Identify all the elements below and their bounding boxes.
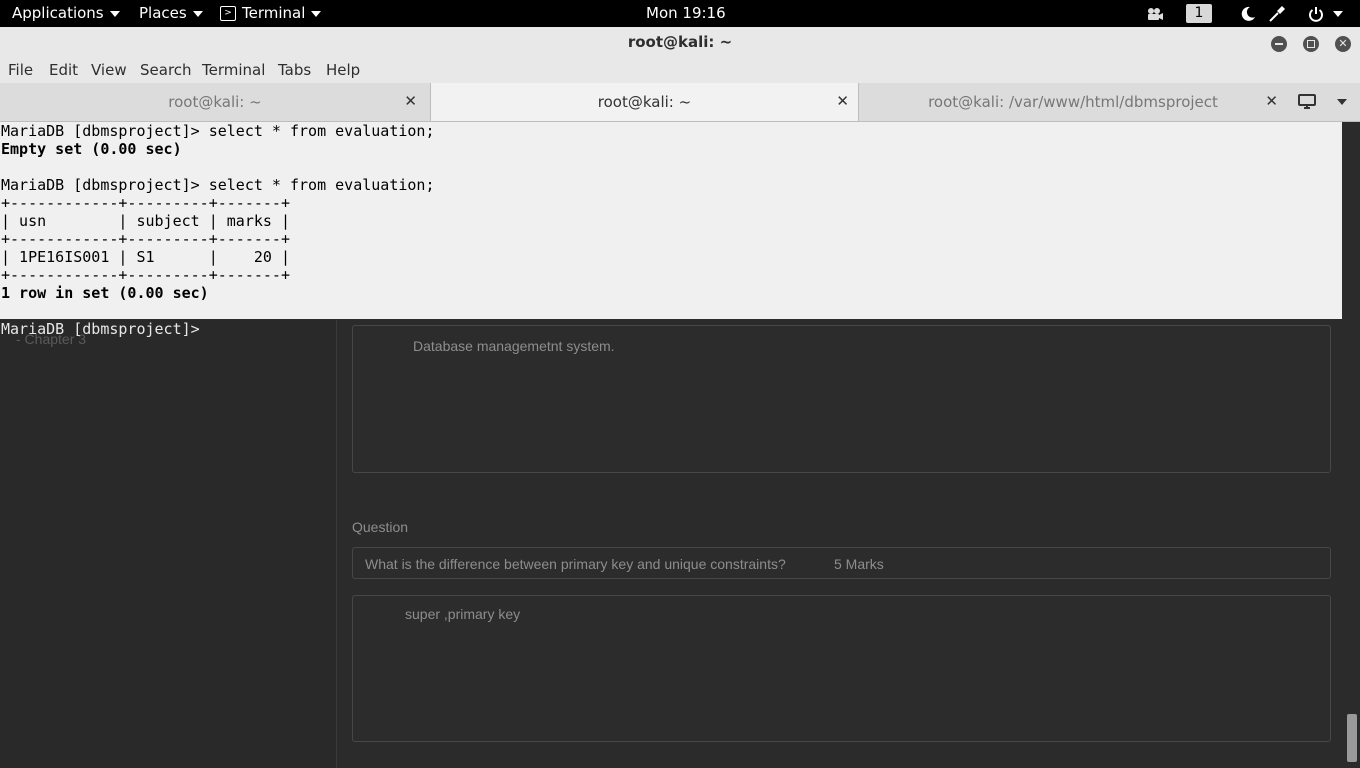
terminal-prompt[interactable]: MariaDB [dbmsproject]> — [1, 320, 209, 338]
window-titlebar[interactable]: root@kali: ~ ✕ — [0, 27, 1360, 58]
background-sidebar: - Chapter 3 — [0, 320, 337, 768]
terminal-line: MariaDB [dbmsproject]> select * from eva… — [1, 176, 435, 194]
terminal-text: MariaDB [dbmsproject]> select * from eva… — [1, 122, 434, 302]
places-label: Places — [139, 4, 187, 22]
clock[interactable]: Mon 19:16 — [646, 0, 726, 27]
top-panel: Applications Places > Terminal Mon 19:16 … — [0, 0, 1360, 27]
terminal-output[interactable]: MariaDB [dbmsproject]> select * from eva… — [0, 122, 1342, 319]
chevron-down-icon — [311, 10, 322, 17]
scrollbar-thumb[interactable] — [1347, 714, 1357, 762]
applications-menu[interactable]: Applications — [12, 0, 120, 27]
minimize-icon — [1275, 43, 1283, 45]
terminal-scrollbar[interactable] — [1344, 122, 1360, 768]
close-tab-icon[interactable]: ✕ — [1265, 92, 1278, 110]
question-text: What is the difference between primary k… — [365, 556, 786, 572]
maximize-icon — [1307, 40, 1315, 48]
close-tab-icon[interactable]: ✕ — [404, 92, 417, 110]
menu-terminal[interactable]: Terminal — [202, 61, 265, 79]
menu-edit[interactable]: Edit — [49, 61, 78, 79]
terminal-line: +------------+---------+-------+ — [1, 194, 290, 212]
terminal-line: Empty set (0.00 sec) — [1, 140, 182, 158]
tab-3[interactable]: root@kali: /var/www/html/dbmsproject ✕ — [858, 83, 1288, 121]
window-title: root@kali: ~ — [627, 33, 733, 51]
close-window-button[interactable]: ✕ — [1335, 36, 1351, 52]
terminal-line: +------------+---------+-------+ — [1, 230, 290, 248]
terminal-line: | usn | subject | marks | — [1, 212, 290, 230]
menu-bar: File Edit View Search Terminal Tabs Help — [0, 58, 1360, 83]
terminal-icon: > — [220, 6, 236, 21]
menu-tabs[interactable]: Tabs — [278, 61, 311, 79]
minimize-button[interactable] — [1271, 36, 1287, 52]
applications-label: Applications — [12, 4, 104, 22]
menu-search[interactable]: Search — [140, 61, 192, 79]
question-label: Question — [352, 519, 409, 535]
close-tab-icon[interactable]: ✕ — [836, 92, 849, 110]
tab-2[interactable]: root@kali: ~ ✕ — [430, 83, 859, 121]
maximize-button[interactable] — [1303, 36, 1319, 52]
answer-textarea-1[interactable]: Database managemetnt system. — [352, 325, 1331, 473]
terminal-line: +------------+---------+-------+ — [1, 266, 290, 284]
power-menu[interactable] — [1308, 0, 1343, 27]
question-field: What is the difference between primary k… — [352, 547, 1331, 579]
answer-text-2: super ,primary key — [405, 606, 521, 622]
close-icon: ✕ — [1338, 37, 1348, 50]
tabs-menu-icon[interactable] — [1337, 99, 1347, 105]
answer-text-1: Database managemetnt system. — [413, 338, 615, 354]
menu-help[interactable]: Help — [326, 61, 360, 79]
tab-label: root@kali: /var/www/html/dbmsproject — [928, 93, 1218, 111]
menu-view[interactable]: View — [91, 61, 127, 79]
terminal-line: | 1PE16IS001 | S1 | 20 | — [1, 248, 290, 266]
answer-textarea-2[interactable]: super ,primary key — [352, 595, 1331, 742]
terminal-app-label: Terminal — [242, 4, 306, 22]
menu-file[interactable]: File — [8, 61, 33, 79]
chevron-down-icon — [192, 10, 203, 17]
chevron-down-icon — [109, 10, 120, 17]
tab-1[interactable]: root@kali: ~ ✕ — [0, 83, 430, 121]
night-light-icon[interactable] — [1240, 0, 1256, 27]
new-tab-icon[interactable] — [1298, 94, 1316, 114]
terminal-line: MariaDB [dbmsproject]> select * from eva… — [1, 122, 435, 140]
color-picker-icon[interactable] — [1268, 0, 1286, 27]
tab-label: root@kali: ~ — [168, 93, 262, 111]
terminal-line: 1 row in set (0.00 sec) — [1, 284, 209, 302]
places-menu[interactable]: Places — [139, 0, 203, 27]
question-marks: 5 Marks — [834, 556, 884, 572]
workspace-indicator[interactable]: 1 — [1186, 4, 1212, 23]
tab-bar: root@kali: ~ ✕ root@kali: ~ ✕ root@kali:… — [0, 83, 1360, 122]
chevron-down-icon — [1333, 10, 1343, 17]
power-icon — [1309, 6, 1323, 22]
video-icon[interactable] — [1146, 0, 1164, 27]
tab-label: root@kali: ~ — [597, 93, 692, 111]
terminal-app-menu[interactable]: > Terminal — [220, 0, 322, 27]
